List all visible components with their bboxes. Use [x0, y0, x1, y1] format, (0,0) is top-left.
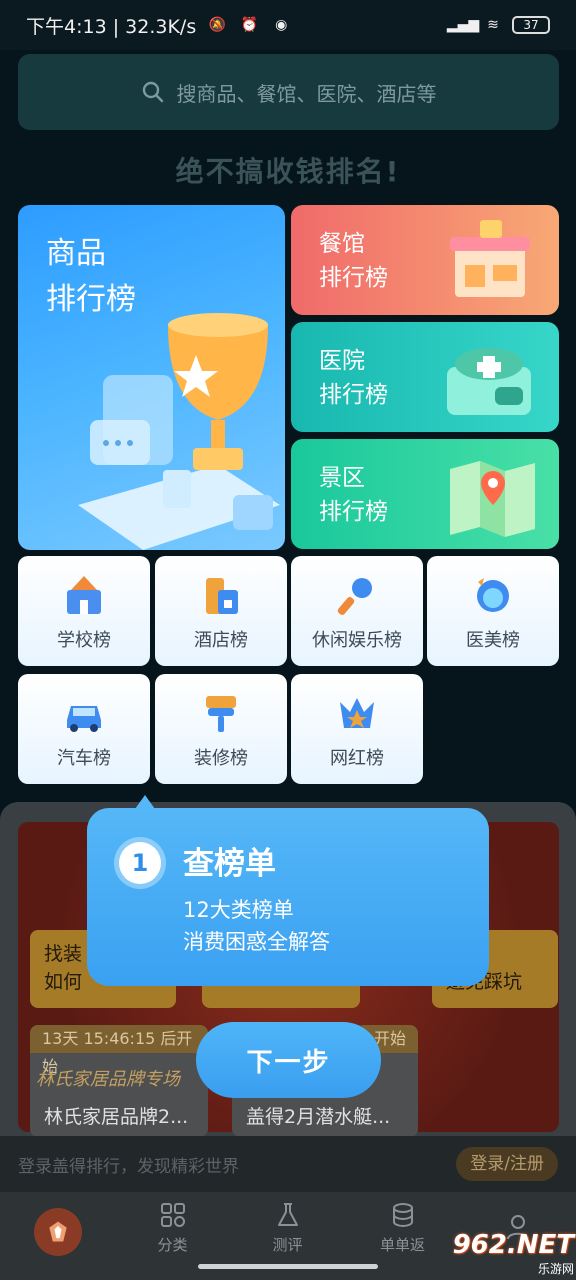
- category-car[interactable]: 汽车榜: [18, 674, 150, 784]
- category-label: 汽车榜: [57, 748, 111, 769]
- map-pin-icon: [450, 461, 535, 537]
- hospital-icon: [447, 348, 531, 415]
- rank-card-line1: 医院: [319, 348, 365, 374]
- live-start-tag: 13天 15:46:15 后开始: [30, 1025, 208, 1076]
- site-watermark: 962.NET 乐游网: [432, 1228, 574, 1278]
- category-label: 学校榜: [57, 630, 111, 651]
- school-icon: [67, 576, 101, 614]
- rank-card-line2: 排行榜: [319, 382, 388, 408]
- category-label: 酒店榜: [194, 630, 248, 651]
- restaurant-icon: [450, 220, 530, 297]
- crown-icon: [340, 698, 374, 728]
- category-school[interactable]: 学校榜: [18, 556, 150, 666]
- hospital-ranking-card[interactable]: 医院 排行榜: [291, 322, 559, 432]
- tooltip-line2: 消费困惑全解答: [183, 930, 330, 954]
- login-prompt: 登录盖得排行，发现精彩世界: [18, 1156, 239, 1177]
- tooltip-title: 查榜单: [183, 846, 276, 882]
- watermark-logo: 962.NET: [452, 1229, 574, 1260]
- wifi-icon: ≋: [487, 17, 499, 33]
- tab-category[interactable]: 分类: [115, 1192, 230, 1262]
- car-icon: [67, 706, 101, 732]
- face-icon: [477, 578, 509, 612]
- category-label: 医美榜: [466, 630, 520, 651]
- hotel-icon: [206, 578, 238, 614]
- category-label: 网红榜: [330, 748, 384, 769]
- category-label: 休闲娱乐榜: [312, 630, 402, 651]
- live-subtitle: 林氏家居品牌专场: [36, 1069, 180, 1090]
- mute-icon: 🔕: [208, 17, 226, 33]
- flask-icon: [277, 1202, 298, 1226]
- status-time-speed: 下午4:13 | 32.3K/s: [26, 15, 197, 38]
- search-icon: [142, 81, 163, 103]
- category-hotel[interactable]: 酒店榜: [155, 556, 287, 666]
- category-label: 装修榜: [194, 748, 248, 769]
- search-bar[interactable]: 搜商品、餐馆、医院、酒店等: [18, 54, 559, 130]
- live-caption: 林氏家居品牌2...: [44, 1106, 189, 1128]
- home-logo-icon: [33, 1208, 82, 1256]
- battery-icon: 37: [512, 16, 550, 34]
- tab-label: 分类: [157, 1235, 188, 1254]
- signal-icon: ▂▄▆: [446, 17, 480, 33]
- rank-card-line1: 景区: [319, 465, 365, 491]
- slogan: 绝不搞收钱排名!: [175, 155, 401, 188]
- rank-card-line2: 排行榜: [319, 265, 388, 291]
- tab-label: 单单返: [379, 1235, 425, 1254]
- grid-icon: [160, 1202, 185, 1227]
- paint-roller-icon: [206, 696, 236, 732]
- scenic-ranking-card[interactable]: 景区 排行榜: [291, 439, 559, 549]
- app-notification-icon: ◉: [275, 17, 288, 33]
- search-placeholder: 搜商品、餐馆、医院、酒店等: [176, 81, 437, 106]
- restaurant-ranking-card[interactable]: 餐馆 排行榜: [291, 205, 559, 315]
- tab-home[interactable]: [0, 1192, 115, 1262]
- tooltip-arrow: [135, 795, 155, 809]
- live-card[interactable]: 13天 15:46:15 后开始 林氏家居品牌专场 林氏家居品牌2...: [30, 1025, 208, 1137]
- category-medical-beauty[interactable]: 医美榜: [427, 556, 559, 666]
- tab-review[interactable]: 测评: [230, 1192, 345, 1262]
- login-bar: 登录盖得排行，发现精彩世界 登录/注册: [0, 1136, 576, 1192]
- category-leisure[interactable]: 休闲娱乐榜: [291, 556, 423, 666]
- watermark-site: 乐游网: [537, 1261, 574, 1276]
- alarm-icon: ⏰: [240, 17, 258, 33]
- big-card-title-line1: 商品: [46, 236, 106, 271]
- status-bar: 下午4:13 | 32.3K/s 🔕 ⏰ ◉ ▂▄▆ ≋ 37: [0, 0, 576, 50]
- live-caption: 盖得2月潜水艇...: [246, 1106, 391, 1128]
- category-decoration[interactable]: 装修榜: [155, 674, 287, 784]
- coins-icon: [392, 1202, 413, 1227]
- microphone-icon: [337, 578, 372, 616]
- login-register-button[interactable]: 登录/注册: [456, 1147, 558, 1181]
- rank-card-line1: 餐馆: [319, 231, 365, 257]
- next-step-button[interactable]: 下一步: [196, 1022, 381, 1098]
- step-number-badge: 1: [119, 842, 161, 884]
- category-influencer[interactable]: 网红榜: [291, 674, 423, 784]
- big-card-title-line2: 排行榜: [46, 282, 136, 317]
- onboarding-tooltip: 1 查榜单 12大类榜单 消费困惑全解答: [87, 795, 489, 986]
- tooltip-line1: 12大类榜单: [183, 898, 294, 922]
- gesture-bar: [198, 1264, 378, 1269]
- product-ranking-card[interactable]: 商品 排行榜: [18, 205, 285, 550]
- tab-label: 测评: [272, 1235, 303, 1254]
- rank-card-line2: 排行榜: [319, 499, 388, 525]
